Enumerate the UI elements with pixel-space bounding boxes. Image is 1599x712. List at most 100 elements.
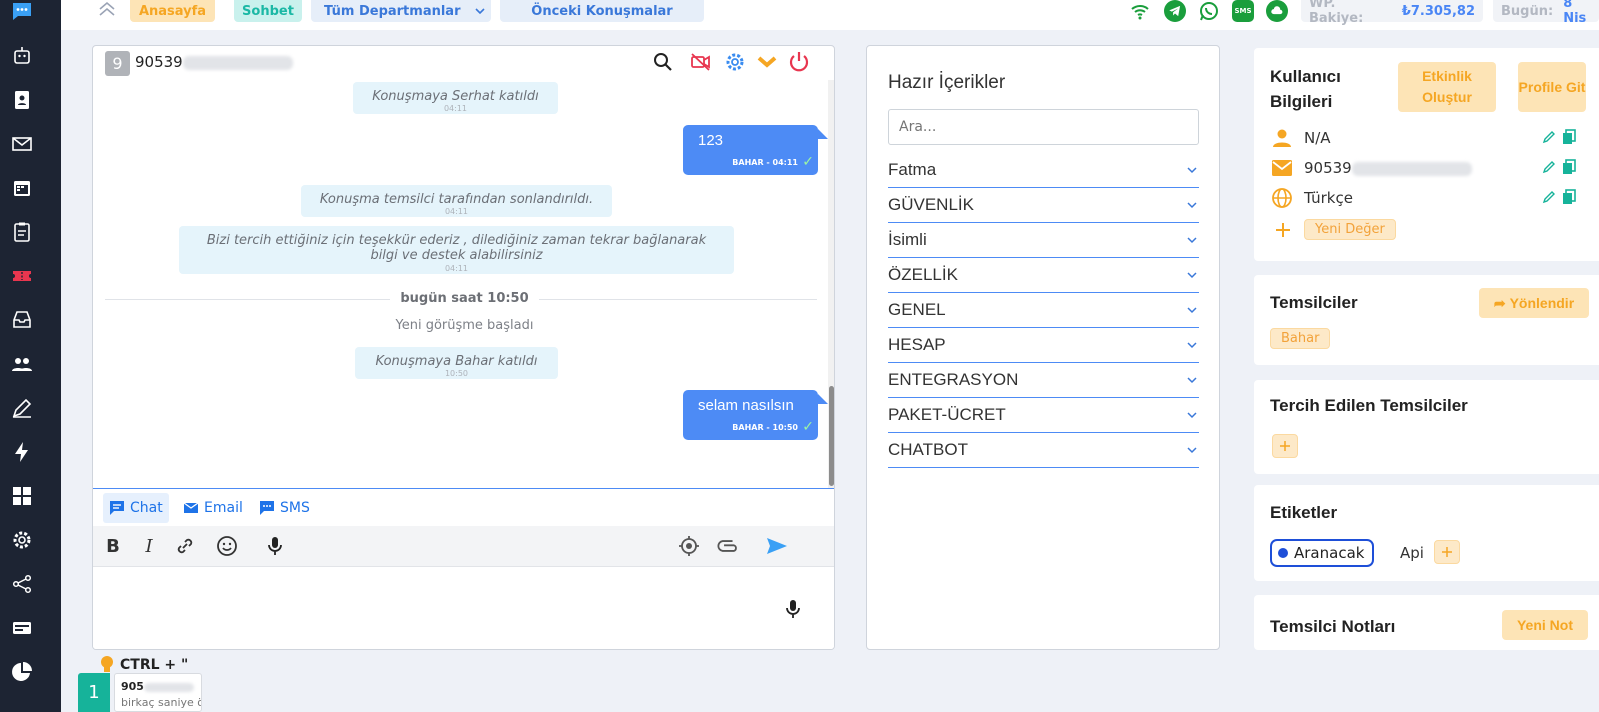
- settings-gear-icon[interactable]: [10, 528, 34, 552]
- home-tab[interactable]: Anasayfa: [130, 0, 215, 22]
- canned-category-label: CHATBOT: [888, 440, 968, 459]
- today-box: Bugün: 8 Nis: [1493, 0, 1599, 26]
- copy-icon[interactable]: [1562, 189, 1576, 205]
- redirect-button[interactable]: ➦ Yönlendir: [1479, 288, 1589, 318]
- pen-icon[interactable]: [10, 396, 34, 420]
- emoji-icon[interactable]: [215, 534, 239, 558]
- paperclip-icon[interactable]: [717, 534, 741, 558]
- robot-icon[interactable]: [10, 44, 34, 68]
- canned-category[interactable]: HESAP: [888, 328, 1199, 363]
- canned-category[interactable]: ENTEGRASYON: [888, 363, 1199, 398]
- canned-category[interactable]: PAKET-ÜCRET: [888, 398, 1199, 433]
- share-icon[interactable]: [10, 572, 34, 596]
- canned-category-label: ÖZELLİK: [888, 265, 958, 284]
- link-icon[interactable]: [173, 534, 197, 558]
- chat-header: 9 90539: [93, 46, 834, 80]
- departments-select[interactable]: Tüm Departmanlar: [311, 0, 491, 22]
- blurred-email: [1351, 161, 1472, 176]
- canned-category-label: GÜVENLİK: [888, 195, 974, 214]
- edit-pencil-icon[interactable]: [1542, 130, 1556, 144]
- users-icon[interactable]: [10, 352, 34, 376]
- user-name-value: N/A: [1304, 129, 1331, 147]
- bold-button[interactable]: B: [101, 534, 125, 558]
- mail-icon[interactable]: [10, 132, 34, 156]
- email-icon: [183, 502, 199, 513]
- gear-icon[interactable]: [723, 50, 747, 74]
- create-activity-button[interactable]: Etkinlik Oluştur: [1398, 62, 1496, 112]
- cloud-icon: [1266, 0, 1288, 22]
- previous-conversations-tab[interactable]: Önceki Konuşmalar: [500, 0, 704, 22]
- canned-search-input[interactable]: [888, 109, 1199, 145]
- tab-chat[interactable]: Chat: [103, 493, 169, 523]
- search-icon[interactable]: [651, 50, 675, 74]
- chevron-down-icon: [1187, 167, 1197, 174]
- new-note-button[interactable]: Yeni Not: [1502, 610, 1588, 640]
- tag-aranacak[interactable]: Aranacak: [1270, 539, 1374, 567]
- chat-tab[interactable]: Sohbet: [234, 0, 302, 22]
- edit-pencil-icon[interactable]: [1542, 160, 1556, 174]
- customer-phone-prefix: 90539: [135, 53, 183, 71]
- sms-icon: [260, 501, 274, 515]
- send-icon[interactable]: [765, 534, 789, 558]
- canned-content-panel: Hazır İçerikler Fatma GÜVENLİK İsimli ÖZ…: [866, 45, 1220, 650]
- day-label: bugün saat 10:50: [93, 291, 834, 306]
- chevron-down-icon: [1187, 237, 1197, 244]
- departments-label: Tüm Departmanlar: [324, 3, 461, 19]
- tab-email[interactable]: Email: [177, 493, 249, 523]
- ticket-icon[interactable]: [10, 264, 34, 288]
- chevron-down-icon: [1187, 202, 1197, 209]
- video-off-icon[interactable]: [689, 50, 713, 74]
- canned-category[interactable]: İsimli: [888, 223, 1199, 258]
- message-compose-area[interactable]: [93, 566, 834, 649]
- lightning-icon[interactable]: [10, 440, 34, 464]
- add-tag-button[interactable]: [1434, 540, 1460, 564]
- microphone-icon[interactable]: [263, 534, 287, 558]
- agent-badge: Bahar: [1270, 328, 1331, 349]
- wp-balance-label: WP. Bakiye:: [1309, 0, 1364, 26]
- outgoing-message-text: selam nasılsın: [698, 397, 794, 414]
- system-message-text: Konuşma temsilci tarafından sonlandırıld…: [319, 192, 594, 207]
- inbox-icon[interactable]: [10, 308, 34, 332]
- edit-pencil-icon[interactable]: [1542, 190, 1556, 204]
- new-value-button[interactable]: Yeni Değer: [1304, 219, 1396, 240]
- chevron-down-icon: [1187, 342, 1197, 349]
- canned-category[interactable]: GENEL: [888, 293, 1199, 328]
- system-message-text: Bizi tercih ettiğiniz için teşekkür eder…: [206, 233, 707, 263]
- canned-category[interactable]: ÖZELLİK: [888, 258, 1199, 293]
- voice-record-icon[interactable]: [781, 597, 805, 621]
- location-target-icon[interactable]: [677, 534, 701, 558]
- preferred-agents-card: Tercih Edilen Temsilciler: [1254, 380, 1599, 474]
- tag-dot: [1278, 548, 1288, 558]
- notification-count-badge[interactable]: 1: [78, 673, 110, 712]
- power-icon[interactable]: [787, 50, 811, 74]
- canned-category-label: Fatma: [888, 160, 937, 179]
- canned-content-title: Hazır İçerikler: [888, 72, 1006, 93]
- tab-sms[interactable]: SMS: [253, 493, 316, 523]
- canned-category[interactable]: Fatma: [888, 153, 1199, 188]
- notification-card[interactable]: 905 birkaç saniye ö: [114, 673, 202, 712]
- pie-chart-icon[interactable]: [10, 660, 34, 684]
- canned-category[interactable]: CHATBOT: [888, 433, 1199, 468]
- system-message-time: 10:50: [444, 369, 469, 378]
- scrollbar-thumb[interactable]: [829, 386, 834, 486]
- go-profile-button[interactable]: Profile Git: [1518, 62, 1586, 112]
- plus-icon[interactable]: [1274, 221, 1292, 239]
- add-preferred-agent-button[interactable]: [1272, 434, 1298, 458]
- chevron-up-icon[interactable]: [97, 0, 117, 18]
- italic-button[interactable]: I: [137, 534, 161, 558]
- canned-category[interactable]: GÜVENLİK: [888, 188, 1199, 223]
- tag-api[interactable]: Api: [1400, 544, 1424, 562]
- server-icon[interactable]: [10, 616, 34, 640]
- clipboard-icon[interactable]: [10, 220, 34, 244]
- chevron-down-icon[interactable]: [755, 50, 779, 74]
- tab-chat-label: Chat: [130, 500, 163, 516]
- whatsapp-icon: [1198, 0, 1220, 22]
- dashboard-grid-icon[interactable]: [10, 484, 34, 508]
- system-message-time: 04:11: [443, 104, 468, 113]
- calendar-icon[interactable]: [10, 176, 34, 200]
- chat-bubble-icon[interactable]: [10, 0, 34, 24]
- contact-book-icon[interactable]: [10, 88, 34, 112]
- info-row-name: N/A: [1270, 126, 1590, 150]
- copy-icon[interactable]: [1562, 129, 1576, 145]
- copy-icon[interactable]: [1562, 159, 1576, 175]
